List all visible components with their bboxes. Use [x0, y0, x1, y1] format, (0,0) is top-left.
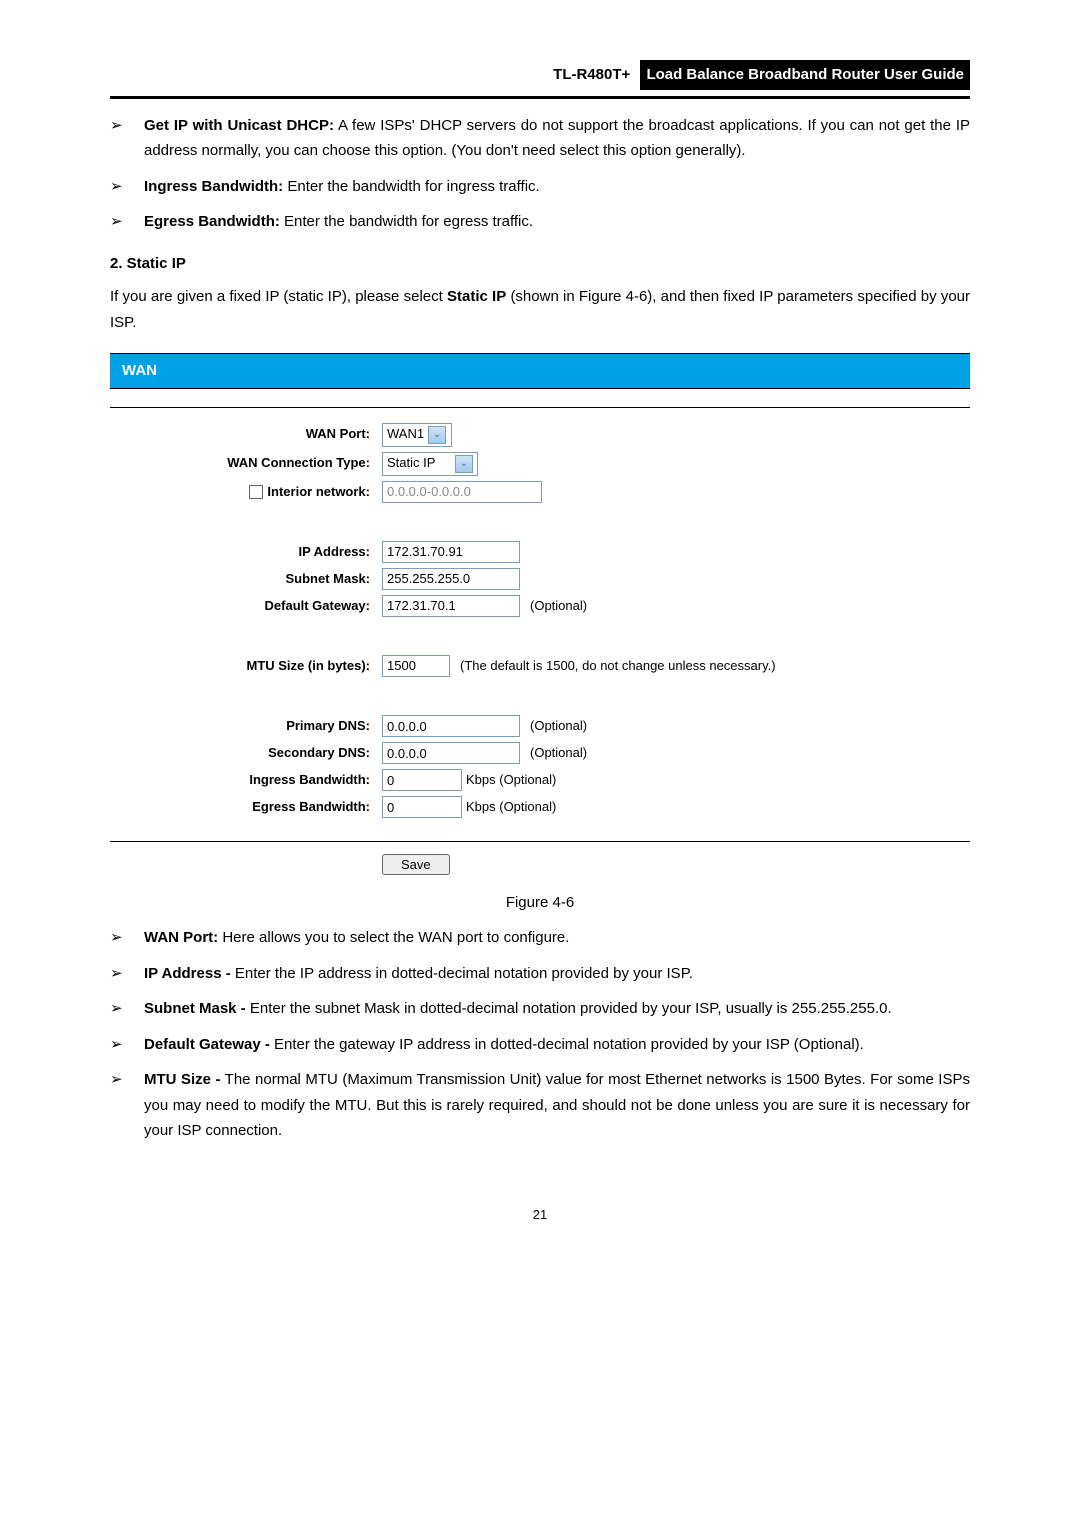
- bottom-bullet-list: WAN Port: Here allows you to select the …: [110, 925, 970, 1144]
- label-mask: Subnet Mask:: [110, 568, 382, 590]
- secondary-dns-input[interactable]: [382, 742, 520, 764]
- primary-dns-input[interactable]: [382, 715, 520, 737]
- mtu-input[interactable]: [382, 655, 450, 677]
- chevron-down-icon: ⌄: [428, 426, 446, 444]
- label-ip: IP Address:: [110, 541, 382, 563]
- save-button[interactable]: Save: [382, 854, 450, 875]
- wan-form: WAN Port: WAN1⌄ WAN Connection Type: Sta…: [110, 407, 970, 843]
- connection-type-select[interactable]: Static IP⌄: [382, 452, 478, 476]
- bullet-item: MTU Size - The normal MTU (Maximum Trans…: [110, 1067, 970, 1144]
- doc-title: Load Balance Broadband Router User Guide: [640, 60, 970, 90]
- label-conn-type: WAN Connection Type:: [110, 452, 382, 474]
- label-pdns: Primary DNS:: [110, 715, 382, 737]
- model-name: TL-R480T+: [553, 66, 630, 83]
- hint-kbps: Kbps (Optional): [466, 796, 556, 818]
- gateway-input[interactable]: [382, 595, 520, 617]
- doc-header: TL-R480T+ Load Balance Broadband Router …: [110, 60, 970, 90]
- bullet-item: Subnet Mask - Enter the subnet Mask in d…: [110, 996, 970, 1022]
- bullet-item: IP Address - Enter the IP address in dot…: [110, 961, 970, 987]
- hint-optional: (Optional): [530, 715, 587, 737]
- interior-checkbox[interactable]: [249, 485, 263, 499]
- label-interior: Interior network:: [110, 481, 382, 503]
- bullet-item: Default Gateway - Enter the gateway IP a…: [110, 1032, 970, 1058]
- bullet-item: Egress Bandwidth: Enter the bandwidth fo…: [110, 209, 970, 235]
- page-number: 21: [110, 1204, 970, 1226]
- label-mtu: MTU Size (in bytes):: [110, 655, 382, 677]
- header-rule: [110, 96, 970, 99]
- hint-optional: (Optional): [530, 595, 587, 617]
- label-gateway: Default Gateway:: [110, 595, 382, 617]
- hint-kbps: Kbps (Optional): [466, 769, 556, 791]
- top-bullet-list: Get IP with Unicast DHCP: A few ISPs' DH…: [110, 113, 970, 235]
- ip-address-input[interactable]: [382, 541, 520, 563]
- section-heading: 2. Static IP: [110, 251, 970, 277]
- label-egress: Egress Bandwidth:: [110, 796, 382, 818]
- wan-heading: WAN: [110, 354, 970, 389]
- egress-input[interactable]: [382, 796, 462, 818]
- label-ingress: Ingress Bandwidth:: [110, 769, 382, 791]
- ingress-input[interactable]: [382, 769, 462, 791]
- wan-port-select[interactable]: WAN1⌄: [382, 423, 452, 447]
- subnet-mask-input[interactable]: [382, 568, 520, 590]
- label-wan-port: WAN Port:: [110, 423, 382, 445]
- chevron-down-icon: ⌄: [455, 455, 473, 473]
- wan-figure: WAN WAN Port: WAN1⌄ WAN Connection Type:…: [110, 353, 970, 878]
- bullet-item: Ingress Bandwidth: Enter the bandwidth f…: [110, 174, 970, 200]
- label-sdns: Secondary DNS:: [110, 742, 382, 764]
- figure-caption: Figure 4-6: [110, 890, 970, 916]
- intro-paragraph: If you are given a fixed IP (static IP),…: [110, 284, 970, 335]
- bullet-item: Get IP with Unicast DHCP: A few ISPs' DH…: [110, 113, 970, 164]
- hint-mtu: (The default is 1500, do not change unle…: [460, 655, 776, 677]
- bullet-item: WAN Port: Here allows you to select the …: [110, 925, 970, 951]
- hint-optional: (Optional): [530, 742, 587, 764]
- interior-network-input[interactable]: [382, 481, 542, 503]
